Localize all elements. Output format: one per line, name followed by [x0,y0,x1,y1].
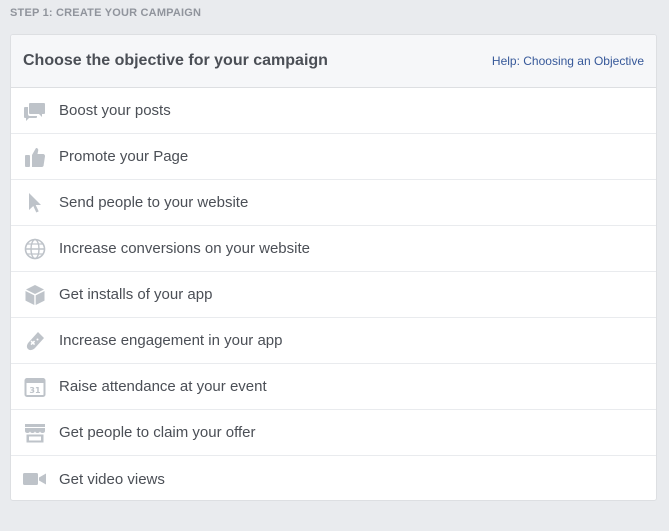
objective-send-to-website[interactable]: Send people to your website [11,180,656,226]
objective-list: Boost your posts Promote your Page Send … [11,88,656,500]
cursor-arrow-icon [23,191,47,215]
objective-label: Raise attendance at your event [59,378,267,395]
objective-app-installs[interactable]: Get installs of your app [11,272,656,318]
help-choosing-objective-link[interactable]: Help: Choosing an Objective [492,54,644,68]
panel-title: Choose the objective for your campaign [23,52,328,69]
objective-promote-page[interactable]: Promote your Page [11,134,656,180]
objective-claim-offer[interactable]: Get people to claim your offer [11,410,656,456]
objective-app-engagement[interactable]: Increase engagement in your app [11,318,656,364]
objective-video-views[interactable]: Get video views [11,456,656,500]
objective-label: Promote your Page [59,148,189,165]
objective-label: Boost your posts [59,102,171,119]
objective-label: Get installs of your app [59,286,213,303]
objective-label: Increase engagement in your app [59,332,283,349]
panel-header: Choose the objective for your campaign H… [11,35,656,88]
objective-label: Increase conversions on your website [59,240,310,257]
speech-bubbles-icon [23,99,47,123]
thumbs-up-icon [23,145,47,169]
objective-label: Get video views [59,470,165,488]
step-label: STEP 1: CREATE YOUR CAMPAIGN [10,7,202,19]
objective-boost-posts[interactable]: Boost your posts [11,88,656,134]
objective-increase-conversions[interactable]: Increase conversions on your website [11,226,656,272]
calendar-icon: 31 [23,375,47,399]
objective-label: Send people to your website [59,194,249,211]
storefront-icon [23,421,47,445]
globe-icon [23,237,47,261]
objective-label: Get people to claim your offer [59,424,256,441]
objective-panel: Choose the objective for your campaign H… [10,34,657,501]
game-controller-icon [23,329,47,353]
video-camera-icon [23,467,47,491]
svg-text:31: 31 [29,386,41,395]
objective-event-attendance[interactable]: 31 Raise attendance at your event [11,364,656,410]
cube-icon [23,283,47,307]
